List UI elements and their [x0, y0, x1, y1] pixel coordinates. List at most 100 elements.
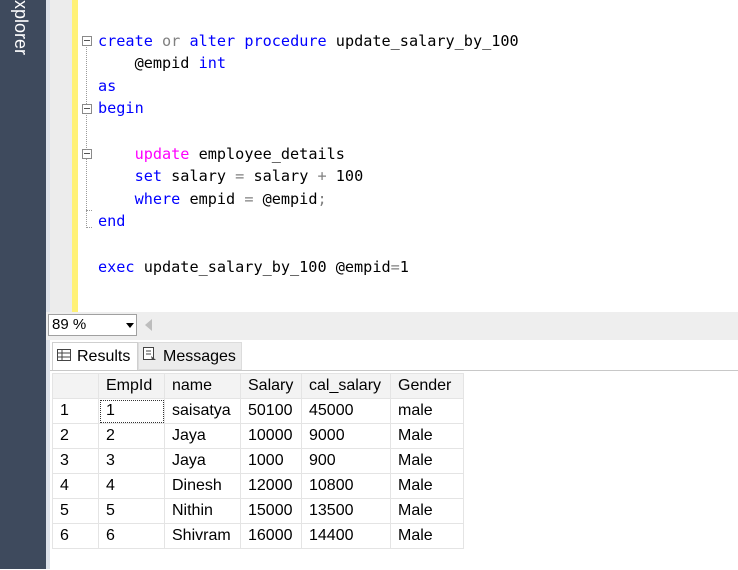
grid-cell[interactable]: 12000: [240, 473, 302, 499]
code-line[interactable]: @empid int: [98, 52, 226, 74]
code-token: employee_details: [189, 145, 345, 163]
code-token: @empid: [253, 190, 318, 208]
grid-cell[interactable]: 10800: [301, 473, 391, 499]
scroll-left-icon[interactable]: [145, 319, 152, 331]
tab-results-label: Results: [77, 348, 131, 366]
editor-gutter: [50, 0, 72, 312]
object-explorer-tab[interactable]: xplorer: [0, 0, 46, 569]
table-row[interactable]: 1 1 saisatya 50100 45000 male: [52, 398, 464, 424]
grid-cell[interactable]: 2: [98, 423, 165, 449]
code-token: empid: [180, 190, 245, 208]
grid-cell[interactable]: Nithin: [164, 498, 241, 524]
grid-cell[interactable]: 900: [301, 448, 391, 474]
code-token: ;: [317, 190, 327, 208]
row-number-header: [52, 373, 99, 399]
code-token: update_salary_by_100 @empid: [134, 258, 391, 276]
grid-cell[interactable]: saisatya: [164, 398, 241, 424]
grid-cell[interactable]: 16000: [240, 523, 302, 549]
column-header[interactable]: Salary: [240, 373, 302, 399]
grid-cell[interactable]: 14400: [301, 523, 391, 549]
code-token: salary: [244, 167, 318, 185]
code-token: as: [98, 77, 117, 95]
grid-cell[interactable]: 45000: [301, 398, 391, 424]
column-header[interactable]: name: [164, 373, 241, 399]
code-token: 100: [326, 167, 364, 185]
grid-cell[interactable]: male: [390, 398, 464, 424]
query-editor[interactable]: create or alter procedure update_salary_…: [50, 0, 738, 312]
collapse-icon[interactable]: [82, 149, 92, 159]
grid-cell[interactable]: 4: [98, 473, 165, 499]
code-line[interactable]: create or alter procedure update_salary_…: [98, 30, 519, 52]
row-number[interactable]: 5: [52, 498, 99, 524]
collapse-icon[interactable]: [82, 36, 92, 46]
code-token: begin: [98, 99, 144, 117]
grid-cell[interactable]: Male: [390, 423, 464, 449]
grid-cell[interactable]: Shivram: [164, 523, 241, 549]
grid-cell[interactable]: 1000: [240, 448, 302, 474]
grid-cell[interactable]: 13500: [301, 498, 391, 524]
grid-cell[interactable]: Male: [390, 473, 464, 499]
fold-end-marker: [86, 210, 92, 211]
code-token: =: [390, 258, 400, 276]
table-row[interactable]: 3 3 Jaya 1000 900 Male: [52, 448, 464, 474]
object-explorer-label: xplorer: [11, 0, 31, 56]
grid-icon: [57, 343, 71, 371]
code-token: exec: [98, 258, 135, 276]
fold-guide-line: [86, 42, 87, 228]
column-header[interactable]: cal_salary: [301, 373, 391, 399]
row-number[interactable]: 1: [52, 398, 99, 424]
zoom-dropdown[interactable]: 89 %: [48, 314, 137, 336]
row-number[interactable]: 6: [52, 523, 99, 549]
collapse-icon[interactable]: [82, 104, 92, 114]
tab-results[interactable]: Results: [52, 342, 138, 370]
fold-end-marker: [86, 227, 92, 228]
code-line[interactable]: as: [98, 75, 116, 97]
grid-cell[interactable]: Dinesh: [164, 473, 241, 499]
table-row[interactable]: 2 2 Jaya 10000 9000 Male: [52, 423, 464, 449]
grid-cell[interactable]: Jaya: [164, 423, 241, 449]
grid-cell[interactable]: 10000: [240, 423, 302, 449]
grid-cell[interactable]: 6: [98, 523, 165, 549]
grid-cell[interactable]: 9000: [301, 423, 391, 449]
table-row[interactable]: 6 6 Shivram 16000 14400 Male: [52, 523, 464, 549]
code-line[interactable]: set salary = salary + 100: [98, 165, 364, 187]
tab-messages-label: Messages: [163, 348, 236, 366]
code-token: int: [198, 54, 227, 72]
results-grid: EmpId name Salary cal_salary Gender 1 1 sa…: [52, 373, 464, 549]
code-token: or: [162, 32, 181, 50]
code-token: set: [134, 167, 163, 185]
grid-cell[interactable]: Jaya: [164, 448, 241, 474]
results-grid-area: EmpId name Salary cal_salary Gender 1 1 sa…: [50, 370, 738, 570]
column-header[interactable]: Gender: [390, 373, 464, 399]
grid-cell[interactable]: 50100: [240, 398, 302, 424]
row-number[interactable]: 2: [52, 423, 99, 449]
change-tracking-bar: [72, 0, 78, 312]
grid-cell[interactable]: Male: [390, 498, 464, 524]
code-line[interactable]: where empid = @empid;: [98, 188, 327, 210]
grid-cell[interactable]: 3: [98, 448, 165, 474]
grid-cell[interactable]: 5: [98, 498, 165, 524]
code-token: 1: [399, 258, 409, 276]
code-token: salary: [162, 167, 236, 185]
tab-messages[interactable]: Messages: [138, 342, 242, 370]
code-token: update_salary_by_100: [326, 32, 519, 50]
code-token: procedure: [244, 32, 327, 50]
grid-cell[interactable]: 1: [98, 398, 165, 424]
table-row[interactable]: 5 5 Nithin 15000 13500 Male: [52, 498, 464, 524]
row-number[interactable]: 4: [52, 473, 99, 499]
code-line[interactable]: exec update_salary_by_100 @empid=1: [98, 256, 409, 278]
row-number[interactable]: 3: [52, 448, 99, 474]
code-line[interactable]: end: [98, 210, 125, 232]
column-header[interactable]: EmpId: [98, 373, 165, 399]
code-line[interactable]: update employee_details: [98, 143, 345, 165]
grid-cell[interactable]: Male: [390, 448, 464, 474]
grid-cell[interactable]: Male: [390, 523, 464, 549]
table-row[interactable]: 4 4 Dinesh 12000 10800 Male: [52, 473, 464, 499]
grid-cell[interactable]: 15000: [240, 498, 302, 524]
code-line[interactable]: begin: [98, 97, 144, 119]
